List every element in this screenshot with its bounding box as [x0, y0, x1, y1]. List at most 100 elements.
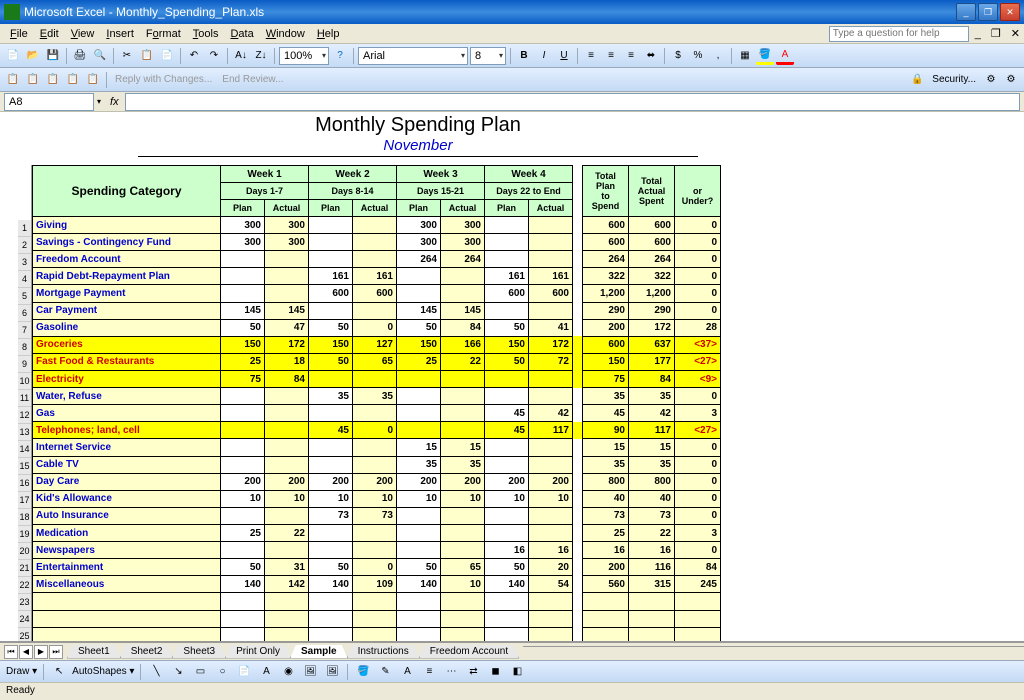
line-color-icon[interactable]: ✎: [376, 663, 394, 681]
over-under-cell[interactable]: 245: [675, 576, 721, 593]
plan-cell[interactable]: [397, 268, 441, 285]
over-under-cell[interactable]: 0: [675, 542, 721, 559]
plan-cell[interactable]: [221, 507, 265, 524]
table-row[interactable]: Water, Refuse353535350: [33, 388, 721, 405]
help-menu[interactable]: Help: [311, 26, 346, 42]
total-actual-cell[interactable]: 177: [629, 353, 675, 370]
plan-cell[interactable]: 140: [485, 576, 529, 593]
row-header[interactable]: 8: [18, 339, 31, 356]
actual-cell[interactable]: [353, 524, 397, 541]
plan-cell[interactable]: [485, 217, 529, 234]
row-header[interactable]: 20: [18, 543, 31, 560]
over-under-cell[interactable]: <9>: [675, 370, 721, 387]
actual-cell[interactable]: 42: [529, 405, 573, 422]
over-under-cell[interactable]: 0: [675, 234, 721, 251]
align-center-icon[interactable]: ≡: [602, 47, 620, 65]
over-under-cell[interactable]: 0: [675, 507, 721, 524]
doc-restore-button[interactable]: ❐: [987, 27, 1005, 40]
open-icon[interactable]: 📂: [24, 47, 42, 65]
over-under-cell[interactable]: 0: [675, 251, 721, 268]
actual-cell[interactable]: [529, 507, 573, 524]
category-cell[interactable]: Gas: [33, 405, 221, 422]
total-actual-cell[interactable]: [629, 610, 675, 627]
table-row[interactable]: Medication252225223: [33, 524, 721, 541]
plan-cell[interactable]: [485, 456, 529, 473]
print-icon[interactable]: 🖨: [71, 47, 89, 65]
fill-color-icon[interactable]: 🪣: [756, 47, 774, 65]
actual-cell[interactable]: 264: [441, 251, 485, 268]
row-header[interactable]: 10: [18, 373, 31, 390]
plan-cell[interactable]: 200: [309, 473, 353, 490]
total-plan-cell[interactable]: 35: [583, 388, 629, 405]
row-header[interactable]: 18: [18, 509, 31, 526]
actual-cell[interactable]: 10: [529, 490, 573, 507]
plan-cell[interactable]: [309, 405, 353, 422]
table-row[interactable]: Cable TV353535350: [33, 456, 721, 473]
plan-cell[interactable]: 10: [221, 490, 265, 507]
plan-cell[interactable]: [309, 234, 353, 251]
over-under-cell[interactable]: 0: [675, 490, 721, 507]
vba-icon[interactable]: ⚙: [1002, 71, 1020, 89]
plan-cell[interactable]: [221, 388, 265, 405]
table-row[interactable]: Electricity75847584<9>: [33, 370, 721, 387]
edit-menu[interactable]: Edit: [34, 26, 65, 42]
total-plan-cell[interactable]: 560: [583, 576, 629, 593]
actual-cell[interactable]: [529, 251, 573, 268]
plan-cell[interactable]: 200: [397, 473, 441, 490]
plan-cell[interactable]: [485, 388, 529, 405]
plan-cell[interactable]: 25: [221, 353, 265, 370]
actual-cell[interactable]: [441, 285, 485, 302]
font-size-combo[interactable]: 8: [470, 47, 506, 65]
plan-cell[interactable]: 50: [221, 559, 265, 576]
picture-icon[interactable]: 🖼: [323, 663, 341, 681]
tools-menu[interactable]: Tools: [187, 26, 225, 42]
row-header[interactable]: 14: [18, 441, 31, 458]
row-header[interactable]: 19: [18, 526, 31, 543]
table-row[interactable]: Gasoline50475005084504120017228: [33, 319, 721, 336]
row-header[interactable]: 12: [18, 407, 31, 424]
doc-close-button[interactable]: ✕: [1007, 27, 1024, 40]
total-plan-cell[interactable]: 290: [583, 302, 629, 319]
actual-cell[interactable]: [441, 268, 485, 285]
plan-cell[interactable]: [397, 285, 441, 302]
plan-cell[interactable]: 200: [221, 473, 265, 490]
plan-cell[interactable]: [397, 507, 441, 524]
total-plan-cell[interactable]: 600: [583, 217, 629, 234]
actual-cell[interactable]: [441, 388, 485, 405]
total-actual-cell[interactable]: 35: [629, 456, 675, 473]
plan-cell[interactable]: [485, 439, 529, 456]
actual-cell[interactable]: 20: [529, 559, 573, 576]
view-menu[interactable]: View: [65, 26, 101, 42]
total-actual-cell[interactable]: 800: [629, 473, 675, 490]
category-cell[interactable]: Newspapers: [33, 542, 221, 559]
row-header[interactable]: 16: [18, 475, 31, 492]
actual-cell[interactable]: [265, 388, 309, 405]
plan-cell[interactable]: 161: [309, 268, 353, 285]
row-header[interactable]: 15: [18, 458, 31, 475]
table-row[interactable]: Mortgage Payment6006006006001,2001,2000: [33, 285, 721, 302]
actual-cell[interactable]: [353, 302, 397, 319]
select-icon[interactable]: ↖: [50, 663, 68, 681]
percent-icon[interactable]: %: [689, 47, 707, 65]
total-actual-cell[interactable]: 172: [629, 319, 675, 336]
over-under-cell[interactable]: 0: [675, 217, 721, 234]
draw-menu[interactable]: Draw ▾: [6, 666, 37, 677]
plan-cell[interactable]: 75: [221, 370, 265, 387]
plan-cell[interactable]: [309, 302, 353, 319]
actual-cell[interactable]: [353, 542, 397, 559]
plan-cell[interactable]: [485, 507, 529, 524]
total-plan-cell[interactable]: 200: [583, 559, 629, 576]
actual-cell[interactable]: [265, 610, 309, 627]
plan-cell[interactable]: 600: [309, 285, 353, 302]
actual-cell[interactable]: 145: [441, 302, 485, 319]
category-cell[interactable]: Telephones; land, cell: [33, 422, 221, 439]
plan-cell[interactable]: [221, 456, 265, 473]
row-header[interactable]: 5: [18, 288, 31, 305]
actual-cell[interactable]: [441, 524, 485, 541]
plan-cell[interactable]: 145: [397, 302, 441, 319]
preview-icon[interactable]: 🔍: [91, 47, 109, 65]
actual-cell[interactable]: 35: [441, 456, 485, 473]
over-under-cell[interactable]: <27>: [675, 422, 721, 439]
category-cell[interactable]: Giving: [33, 217, 221, 234]
help-search-input[interactable]: [829, 26, 969, 42]
